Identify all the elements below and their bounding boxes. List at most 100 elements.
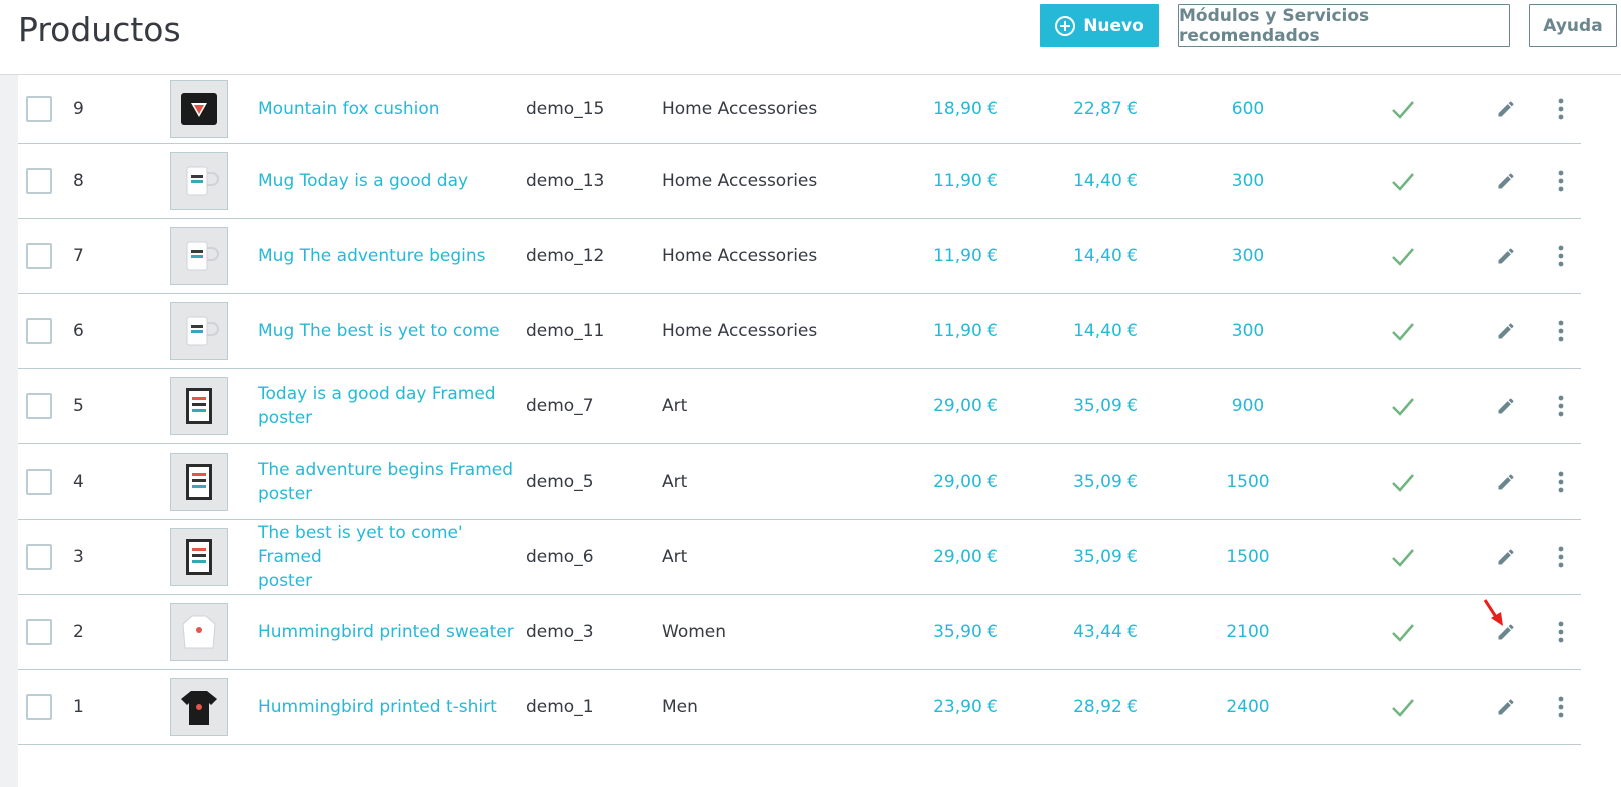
- pencil-icon[interactable]: [1486, 75, 1526, 143]
- product-thumbnail[interactable]: [170, 528, 228, 586]
- check-icon[interactable]: [1383, 595, 1423, 669]
- kebab-menu-icon[interactable]: [1546, 75, 1576, 143]
- product-category: Home Accessories: [662, 171, 818, 191]
- product-thumbnail[interactable]: [170, 302, 228, 360]
- kebab-menu-icon[interactable]: [1546, 520, 1576, 594]
- product-name-link[interactable]: The adventure begins Framed poster: [258, 458, 513, 506]
- check-icon[interactable]: [1383, 444, 1423, 519]
- pencil-icon[interactable]: [1486, 294, 1526, 368]
- kebab-menu-icon[interactable]: [1546, 670, 1576, 744]
- product-quantity[interactable]: 300: [1208, 294, 1288, 368]
- row-checkbox[interactable]: [26, 694, 52, 720]
- product-name-line: poster: [258, 408, 313, 428]
- product-thumbnail[interactable]: [170, 452, 228, 511]
- product-quantity[interactable]: 300: [1208, 144, 1288, 218]
- product-name-line: poster: [258, 483, 313, 504]
- table-row: 5 Today is a good day Framed poster demo_7 A…: [18, 369, 1581, 444]
- product-price[interactable]: 29,00 €: [888, 520, 998, 594]
- product-quantity[interactable]: 300: [1208, 219, 1288, 293]
- row-checkbox[interactable]: [26, 544, 52, 570]
- row-checkbox[interactable]: [26, 96, 52, 122]
- product-name-link[interactable]: Mug The adventure begins: [258, 244, 485, 268]
- product-price-tax[interactable]: 14,40 €: [1028, 219, 1138, 293]
- kebab-menu-icon[interactable]: [1546, 144, 1576, 218]
- product-quantity[interactable]: 600: [1208, 75, 1288, 143]
- product-price[interactable]: 11,90 €: [888, 294, 998, 368]
- product-thumbnail[interactable]: [170, 678, 228, 736]
- product-name-link[interactable]: Today is a good day Framed poster: [258, 382, 496, 430]
- check-icon[interactable]: [1383, 520, 1423, 594]
- product-name-link[interactable]: Hummingbird printed sweater: [258, 620, 514, 644]
- kebab-menu-icon[interactable]: [1546, 294, 1576, 368]
- row-checkbox[interactable]: [26, 619, 52, 645]
- product-price[interactable]: 11,90 €: [888, 219, 998, 293]
- product-quantity[interactable]: 2100: [1208, 595, 1288, 669]
- product-image: [177, 159, 221, 203]
- product-image: [177, 610, 221, 654]
- check-icon[interactable]: [1383, 670, 1423, 744]
- product-reference: demo_11: [526, 321, 605, 341]
- product-thumbnail[interactable]: [170, 80, 228, 138]
- product-thumbnail[interactable]: [170, 227, 228, 285]
- product-price[interactable]: 18,90 €: [888, 75, 998, 143]
- product-name-link[interactable]: Hummingbird printed t-shirt: [258, 695, 497, 719]
- row-checkbox[interactable]: [26, 468, 52, 495]
- pencil-icon[interactable]: [1486, 219, 1526, 293]
- help-button[interactable]: Ayuda: [1529, 4, 1617, 47]
- product-price[interactable]: 29,00 €: [888, 369, 998, 443]
- pencil-icon[interactable]: [1486, 369, 1526, 443]
- kebab-menu-icon[interactable]: [1546, 219, 1576, 293]
- recommended-modules-button[interactable]: Módulos y Servicios recomendados: [1178, 4, 1510, 47]
- product-price-tax[interactable]: 35,09 €: [1028, 444, 1138, 519]
- product-price-tax[interactable]: 14,40 €: [1028, 294, 1138, 368]
- product-category: Women: [662, 622, 727, 642]
- product-reference: demo_7: [526, 396, 594, 416]
- product-price-tax[interactable]: 43,44 €: [1028, 595, 1138, 669]
- product-image: [177, 234, 221, 278]
- check-icon[interactable]: [1383, 369, 1423, 443]
- product-name-link[interactable]: Mug The best is yet to come: [258, 319, 500, 343]
- new-product-button[interactable]: Nuevo: [1040, 4, 1159, 47]
- table-row: 1 Hummingbird printed t-shirt demo_1 Men 23,…: [18, 670, 1581, 745]
- row-checkbox[interactable]: [26, 318, 52, 344]
- product-price-tax[interactable]: 28,92 €: [1028, 670, 1138, 744]
- row-checkbox[interactable]: [26, 393, 52, 419]
- pencil-icon[interactable]: [1486, 520, 1526, 594]
- product-thumbnail[interactable]: [170, 603, 228, 661]
- check-icon[interactable]: [1383, 144, 1423, 218]
- product-name-link[interactable]: Mountain fox cushion: [258, 97, 440, 121]
- pencil-icon[interactable]: [1486, 670, 1526, 744]
- kebab-menu-icon[interactable]: [1546, 595, 1576, 669]
- row-checkbox[interactable]: [26, 168, 52, 194]
- product-name-line: Today is a good day Framed: [258, 384, 496, 404]
- product-price[interactable]: 35,90 €: [888, 595, 998, 669]
- pencil-icon[interactable]: [1486, 144, 1526, 218]
- kebab-menu-icon[interactable]: [1546, 444, 1576, 519]
- product-category: Home Accessories: [662, 246, 818, 266]
- product-thumbnail[interactable]: [170, 152, 228, 210]
- product-quantity[interactable]: 2400: [1208, 670, 1288, 744]
- row-checkbox[interactable]: [26, 243, 52, 269]
- product-name-line: Mug The best is yet to come: [258, 321, 500, 341]
- product-name-link[interactable]: The best is yet to come' Framed poster: [258, 521, 518, 593]
- product-quantity[interactable]: 1500: [1208, 520, 1288, 594]
- product-category: Art: [662, 547, 688, 567]
- product-price[interactable]: 29,00 €: [888, 444, 998, 519]
- product-name-line: Mug Today is a good day: [258, 171, 469, 191]
- kebab-menu-icon[interactable]: [1546, 369, 1576, 443]
- product-price-tax[interactable]: 35,09 €: [1028, 369, 1138, 443]
- check-icon[interactable]: [1383, 219, 1423, 293]
- check-icon[interactable]: [1383, 75, 1423, 143]
- product-price-tax[interactable]: 22,87 €: [1028, 75, 1138, 143]
- product-quantity[interactable]: 900: [1208, 369, 1288, 443]
- product-quantity[interactable]: 1500: [1208, 444, 1288, 519]
- table-row: 3 The best is yet to come' Framed poster de…: [18, 520, 1581, 595]
- product-name-link[interactable]: Mug Today is a good day: [258, 169, 468, 193]
- product-price[interactable]: 11,90 €: [888, 144, 998, 218]
- product-price-tax[interactable]: 14,40 €: [1028, 144, 1138, 218]
- product-thumbnail[interactable]: [170, 377, 228, 435]
- pencil-icon[interactable]: [1486, 444, 1526, 519]
- product-price[interactable]: 23,90 €: [888, 670, 998, 744]
- product-price-tax[interactable]: 35,09 €: [1028, 520, 1138, 594]
- check-icon[interactable]: [1383, 294, 1423, 368]
